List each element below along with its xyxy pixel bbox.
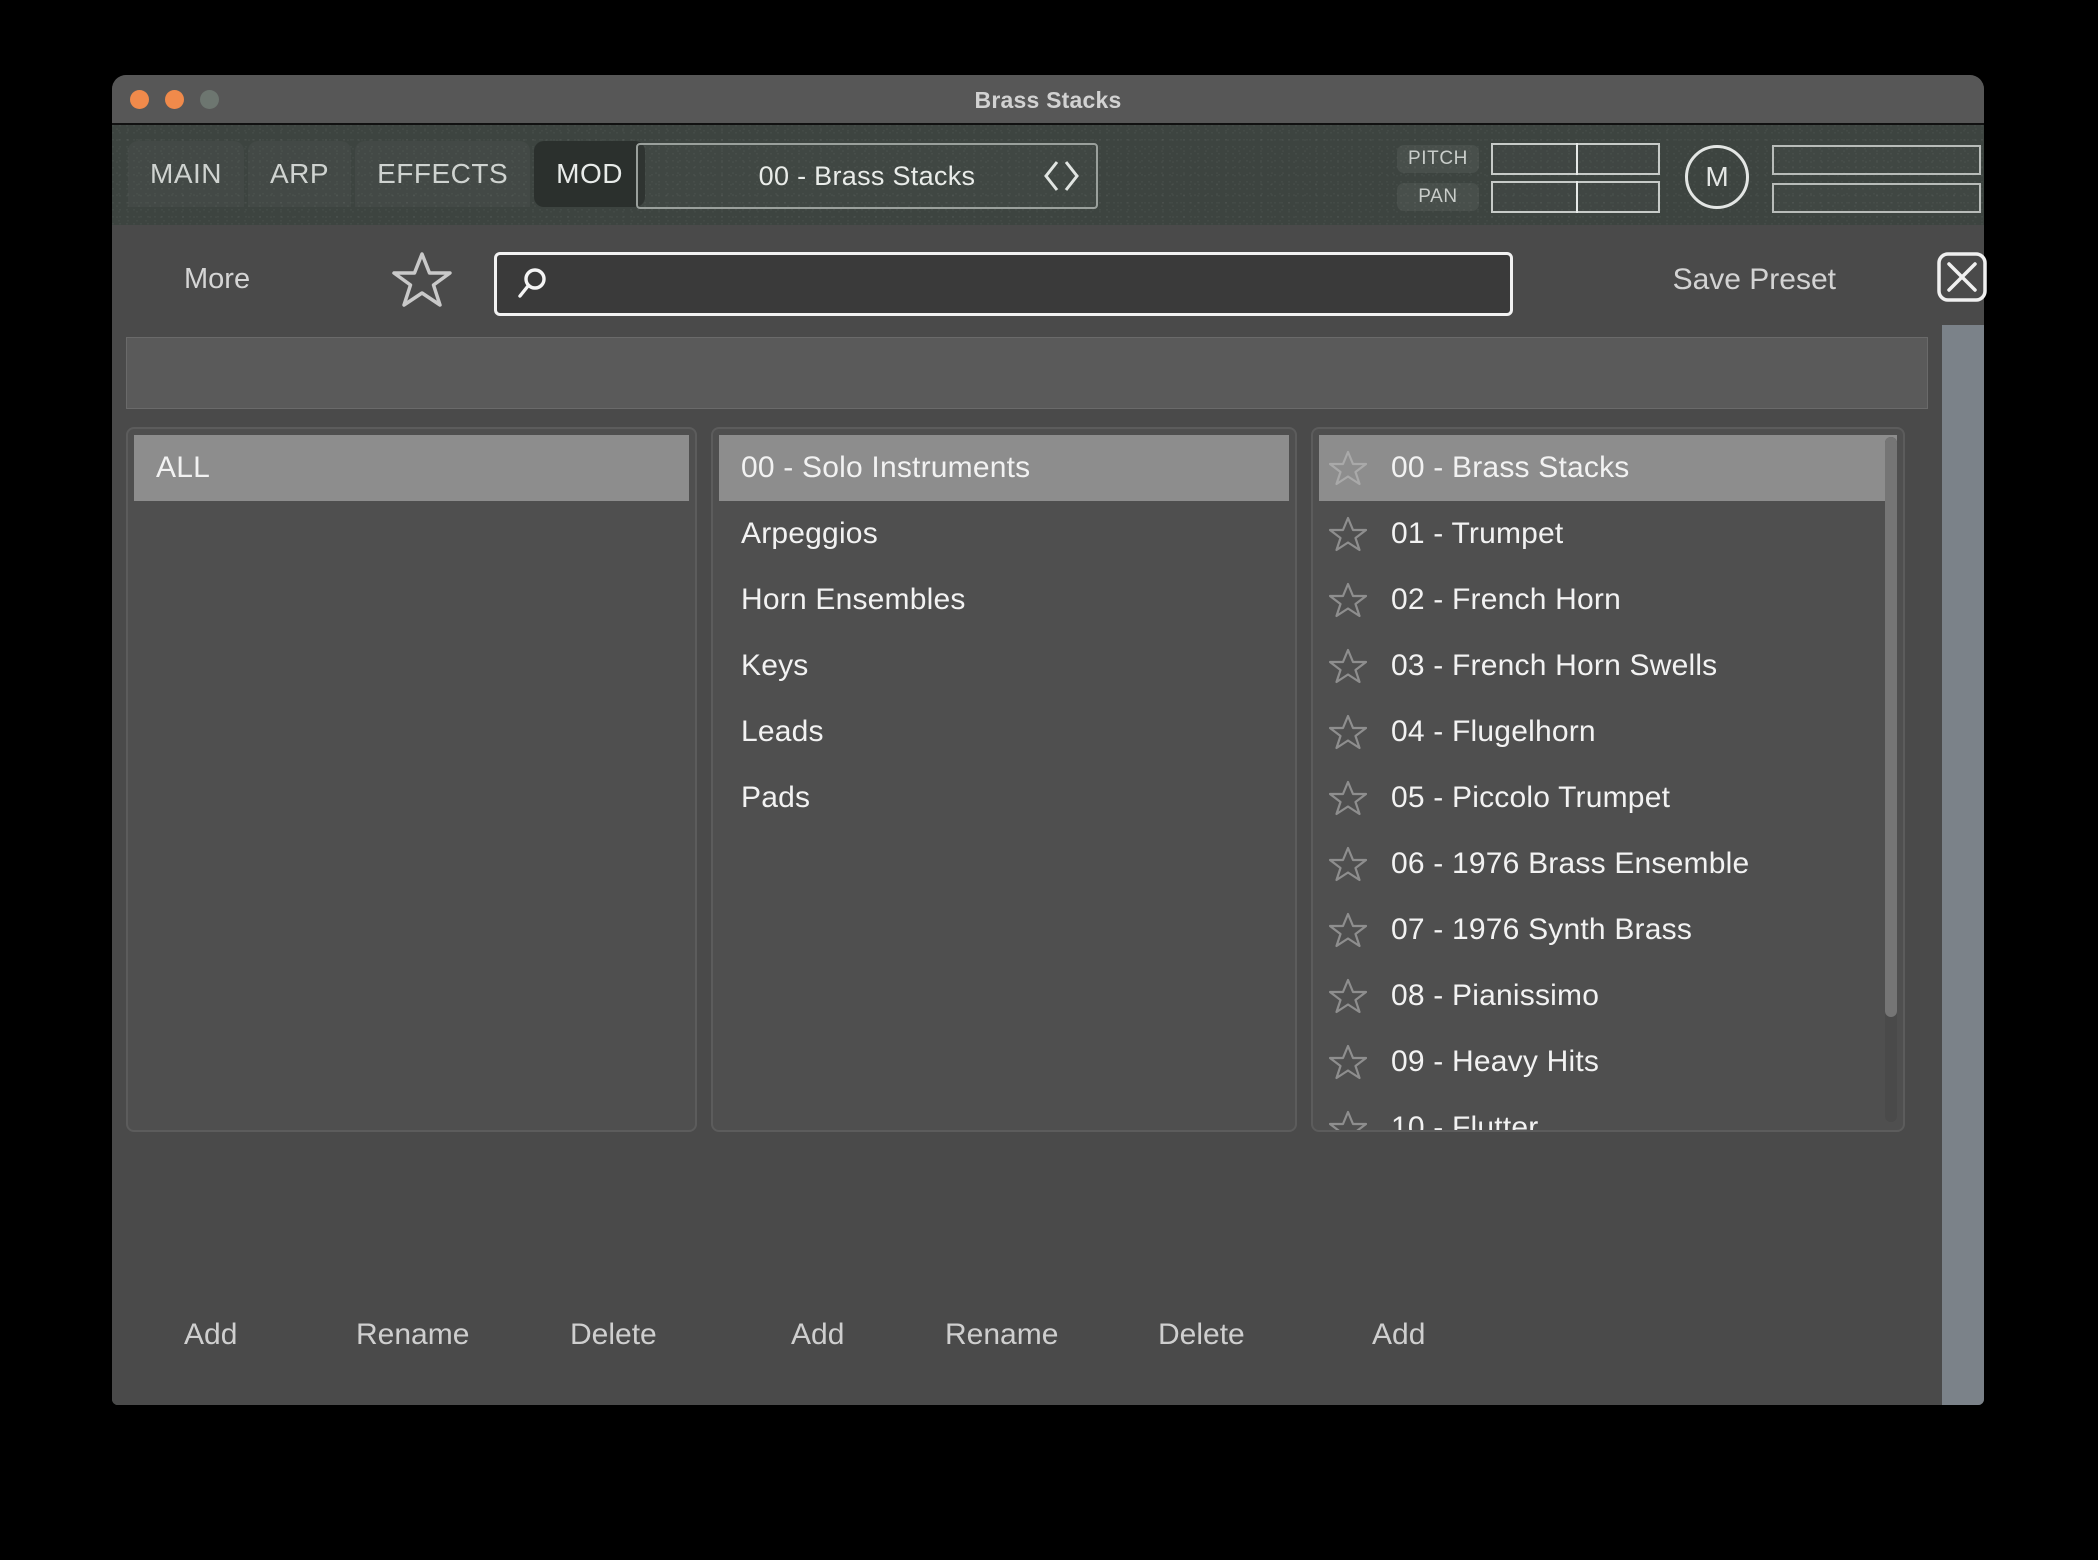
favorite-star-icon[interactable]	[1329, 912, 1367, 948]
preset-list-item[interactable]: 06 - 1976 Brass Ensemble	[1319, 831, 1897, 897]
search-input[interactable]	[567, 255, 1500, 315]
preset-list-item-label: 04 - Flugelhorn	[1391, 715, 1596, 748]
favorite-star-icon[interactable]	[1329, 1044, 1367, 1080]
favorites-filter-star-icon[interactable]	[392, 251, 452, 309]
tab-main[interactable]: MAIN	[128, 141, 244, 207]
preset-list-item[interactable]: 09 - Heavy Hits	[1319, 1029, 1897, 1095]
midi-learn-button[interactable]: M	[1685, 145, 1749, 209]
browser-side-strip[interactable]	[1942, 325, 1984, 1405]
bank-add-button[interactable]: Add	[184, 1318, 237, 1352]
window-title: Brass Stacks	[974, 87, 1122, 113]
preset-list-item-label: 10 - Flutter	[1391, 1111, 1539, 1132]
pan-row: PAN	[1397, 181, 1660, 213]
tab-bar: MAIN ARP EFFECTS MOD	[128, 141, 645, 207]
preset-display-name: 00 - Brass Stacks	[758, 160, 976, 191]
window-titlebar: Brass Stacks	[112, 75, 1984, 125]
plugin-body: MAIN ARP EFFECTS MOD 00 - Brass Stacks P…	[112, 125, 1984, 1405]
preset-list-item-label: 08 - Pianissimo	[1391, 979, 1600, 1012]
category-list-item[interactable]: 00 - Solo Instruments	[719, 435, 1289, 501]
preset-list-item[interactable]: 07 - 1976 Synth Brass	[1319, 897, 1897, 963]
category-list-item[interactable]: Leads	[719, 699, 1289, 765]
tab-effects[interactable]: EFFECTS	[355, 141, 530, 207]
bank-delete-button[interactable]: Delete	[570, 1318, 657, 1352]
preset-list-item[interactable]: 04 - Flugelhorn	[1319, 699, 1897, 765]
preset-nav-arrows[interactable]	[1043, 159, 1080, 193]
favorite-star-icon[interactable]	[1329, 978, 1367, 1014]
save-preset-button[interactable]: Save Preset	[1673, 263, 1836, 297]
tab-arp[interactable]: ARP	[248, 141, 351, 207]
search-icon	[518, 268, 546, 298]
category-add-button[interactable]: Add	[791, 1318, 844, 1352]
preset-list-item-label: 06 - 1976 Brass Ensemble	[1391, 847, 1750, 880]
screen: Brass Stacks MAIN ARP EFFECTS MOD 00 - B…	[0, 0, 2098, 1560]
favorite-star-icon[interactable]	[1329, 846, 1367, 882]
preset-add-button[interactable]: Add	[1372, 1318, 1425, 1352]
category-list-item[interactable]: Arpeggios	[719, 501, 1289, 567]
preset-list-item[interactable]: 01 - Trumpet	[1319, 501, 1897, 567]
close-browser-icon[interactable]	[1937, 252, 1987, 302]
preset-list-item-label: 01 - Trumpet	[1391, 517, 1564, 550]
preset-list-item[interactable]: 10 - Flutter	[1319, 1095, 1897, 1132]
preset-list-item[interactable]: 02 - French Horn	[1319, 567, 1897, 633]
bank-list-item[interactable]: ALL	[134, 435, 689, 501]
favorite-star-icon[interactable]	[1329, 648, 1367, 684]
browser-search-row: More Save Preset	[112, 225, 1984, 335]
preset-list-item-label: 00 - Brass Stacks	[1391, 451, 1630, 484]
category-list-item[interactable]: Pads	[719, 765, 1289, 831]
preset-list-item-label: 05 - Piccolo Trumpet	[1391, 781, 1671, 814]
browser-columns: ALL 00 - Solo Instruments Arpeggios Horn…	[126, 427, 1984, 1132]
pitch-slider[interactable]	[1491, 143, 1660, 175]
favorite-star-icon[interactable]	[1329, 714, 1367, 750]
favorite-star-icon[interactable]	[1329, 450, 1367, 486]
tag-filter-bar[interactable]	[126, 337, 1928, 409]
tab-mod[interactable]: MOD	[534, 141, 645, 207]
category-list-item[interactable]: Horn Ensembles	[719, 567, 1289, 633]
preset-list-item[interactable]: 03 - French Horn Swells	[1319, 633, 1897, 699]
pitch-label[interactable]: PITCH	[1397, 145, 1479, 173]
preset-list-item-label: 09 - Heavy Hits	[1391, 1045, 1600, 1078]
preset-list-item[interactable]: 05 - Piccolo Trumpet	[1319, 765, 1897, 831]
favorite-star-icon[interactable]	[1329, 582, 1367, 618]
bank-rename-button[interactable]: Rename	[356, 1318, 469, 1352]
category-rename-button[interactable]: Rename	[945, 1318, 1058, 1352]
favorite-star-icon[interactable]	[1329, 516, 1367, 552]
level-meter-right[interactable]	[1772, 183, 1981, 213]
level-meters	[1772, 145, 1981, 213]
chevron-right-icon[interactable]	[1062, 159, 1080, 193]
preset-list-scrollbar[interactable]	[1885, 437, 1897, 1122]
search-box[interactable]	[494, 252, 1513, 316]
favorite-star-icon[interactable]	[1329, 1110, 1367, 1132]
preset-display[interactable]: 00 - Brass Stacks	[636, 143, 1098, 209]
preset-list-item[interactable]: 08 - Pianissimo	[1319, 963, 1897, 1029]
preset-list-item-label: 03 - French Horn Swells	[1391, 649, 1718, 682]
category-delete-button[interactable]: Delete	[1158, 1318, 1245, 1352]
plugin-window: Brass Stacks MAIN ARP EFFECTS MOD 00 - B…	[112, 75, 1984, 1405]
bank-column: ALL	[126, 427, 697, 1132]
browser-footer: Add Rename Delete Add Rename Delete Add	[112, 1290, 1984, 1405]
pitch-pan-controls: PITCH PAN	[1397, 143, 1660, 213]
preset-list-item-label: 02 - French Horn	[1391, 583, 1621, 616]
favorite-star-icon[interactable]	[1329, 780, 1367, 816]
preset-browser: More Save Preset ALL 00 - Solo Instrumen…	[112, 225, 1984, 1405]
pitch-row: PITCH	[1397, 143, 1660, 175]
category-column: 00 - Solo Instruments Arpeggios Horn Ens…	[711, 427, 1297, 1132]
plugin-toolbar: MAIN ARP EFFECTS MOD 00 - Brass Stacks P…	[112, 125, 1984, 225]
preset-list-scrollbar-thumb[interactable]	[1885, 437, 1897, 1017]
preset-list-item[interactable]: 00 - Brass Stacks	[1319, 435, 1897, 501]
preset-column: 00 - Brass Stacks 01 - Trumpet 02 - Fren…	[1311, 427, 1905, 1132]
pan-slider[interactable]	[1491, 181, 1660, 213]
pan-label[interactable]: PAN	[1397, 183, 1479, 211]
more-button[interactable]: More	[184, 263, 250, 296]
category-list-item[interactable]: Keys	[719, 633, 1289, 699]
level-meter-left[interactable]	[1772, 145, 1981, 175]
chevron-left-icon[interactable]	[1043, 159, 1061, 193]
preset-list-item-label: 07 - 1976 Synth Brass	[1391, 913, 1693, 946]
